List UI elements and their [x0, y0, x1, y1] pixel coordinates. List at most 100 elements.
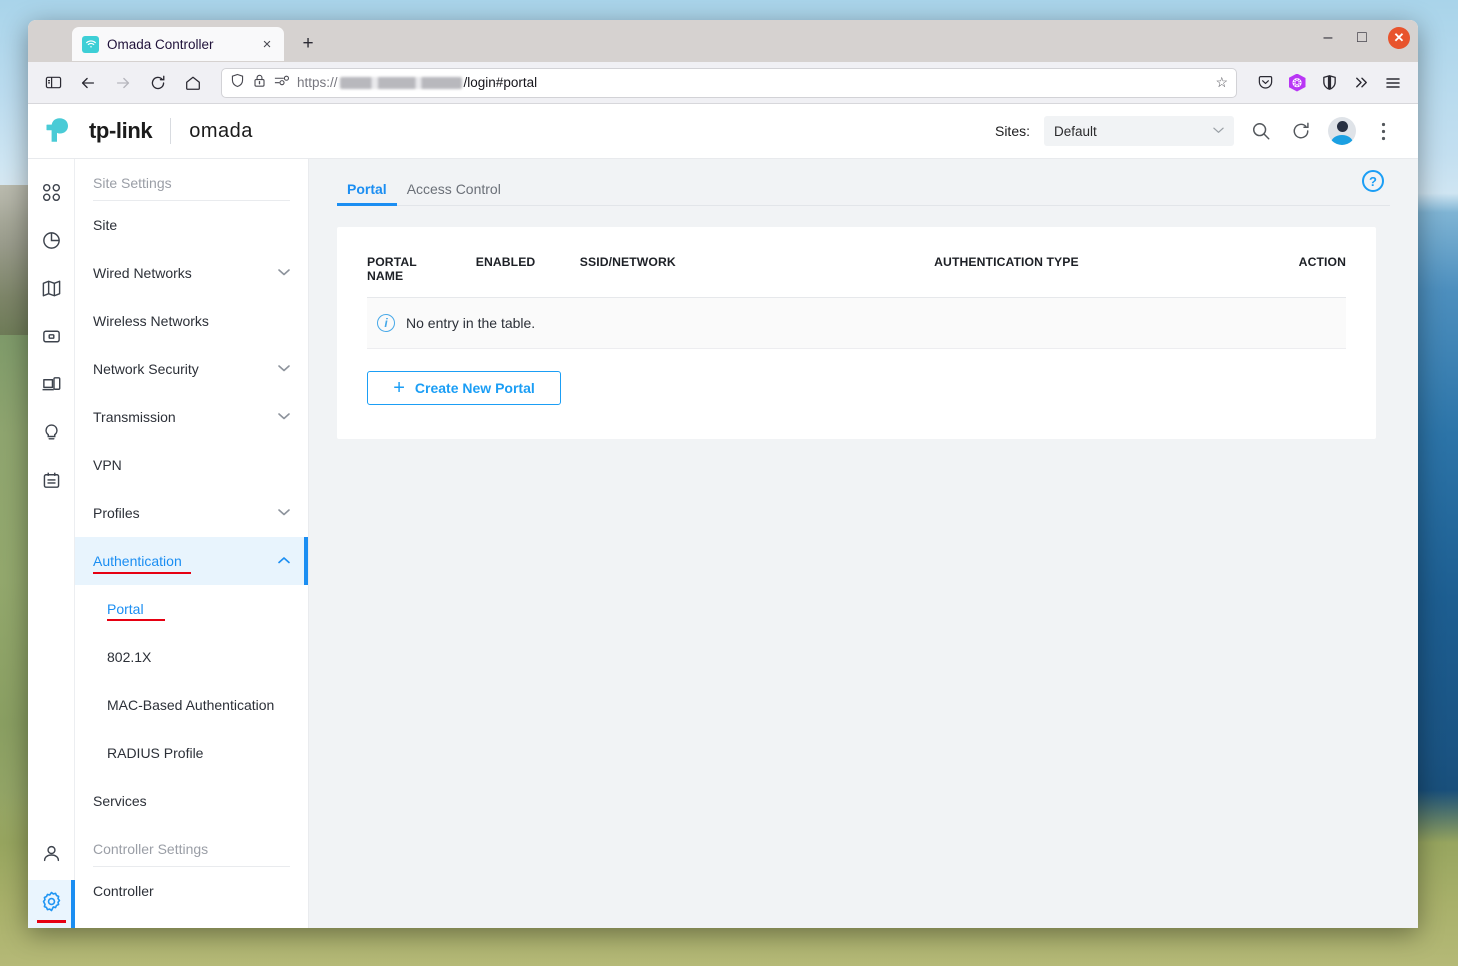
search-icon[interactable] [1248, 118, 1274, 144]
maximize-button[interactable]: □ [1354, 29, 1370, 46]
settings-sidebar: Site Settings Site Wired Networks Wirele… [75, 159, 309, 928]
tab-access-control[interactable]: Access Control [397, 181, 511, 206]
browser-extension-icons: ❂ [1250, 68, 1408, 98]
rail-item-statistics[interactable] [28, 219, 75, 267]
help-icon[interactable]: ? [1362, 170, 1384, 192]
chevron-down-icon [278, 267, 290, 279]
sidebar-item-label: Authentication [93, 553, 182, 569]
sidebar-item-label: Site [93, 217, 118, 233]
create-new-portal-button[interactable]: + Create New Portal [367, 371, 561, 405]
map-icon [41, 278, 62, 304]
rail-item-account[interactable] [28, 832, 75, 880]
browser-toolbar: https:// /login#portal ☆ ❂ [28, 62, 1418, 104]
app-header: tp-link omada Sites: Default [28, 104, 1418, 159]
sidebar-item-8021x[interactable]: 802.1X [75, 633, 308, 681]
permissions-icon[interactable] [274, 73, 290, 92]
log-icon [41, 470, 62, 496]
device-icon [41, 326, 62, 352]
sidebar-item-vpn[interactable]: VPN [75, 441, 308, 489]
lock-warning-icon[interactable] [252, 73, 267, 93]
rail-item-clients[interactable] [28, 363, 75, 411]
sidebar-item-authentication[interactable]: Authentication [75, 537, 308, 585]
url-text[interactable]: https:// /login#portal [297, 75, 1208, 90]
sidebar-item-site[interactable]: Site [75, 201, 308, 249]
rail-item-map[interactable] [28, 267, 75, 315]
sidebar-item-label: Wired Networks [93, 265, 192, 281]
new-tab-button[interactable]: + [294, 30, 322, 58]
sidebar-item-mac-based-authentication[interactable]: MAC-Based Authentication [75, 681, 308, 729]
address-bar[interactable]: https:// /login#portal ☆ [221, 67, 1237, 98]
sidebar-item-profiles[interactable]: Profiles [75, 489, 308, 537]
close-window-button[interactable]: ✕ [1388, 27, 1410, 49]
extension-icon[interactable]: ❂ [1282, 68, 1312, 98]
portal-card: PORTAL NAME ENABLED SSID/NETWORK AUTHENT… [337, 227, 1376, 439]
shield-icon[interactable] [230, 73, 245, 93]
rail-item-dashboard[interactable] [28, 171, 75, 219]
table-header-row: PORTAL NAME ENABLED SSID/NETWORK AUTHENT… [367, 249, 1346, 298]
back-button[interactable] [73, 68, 103, 98]
chevron-down-icon [278, 363, 290, 375]
rail-item-devices[interactable] [28, 315, 75, 363]
sidebar-item-label: Controller [93, 883, 154, 899]
sidebar-subitem-label: MAC-Based Authentication [107, 697, 275, 713]
chevron-down-icon [278, 507, 290, 519]
tab-portal[interactable]: Portal [337, 181, 397, 206]
omada-wordmark: omada [189, 119, 253, 142]
column-header-ssid-network: SSID/NETWORK [579, 249, 935, 298]
sidebar-item-controller[interactable]: Controller [75, 867, 308, 915]
sidebar-item-services[interactable]: Services [75, 777, 308, 825]
rail-item-settings[interactable] [28, 880, 75, 928]
home-icon[interactable] [178, 68, 208, 98]
container-icon[interactable] [1314, 68, 1344, 98]
sidebar-item-label: Transmission [93, 409, 176, 425]
sidebar-item-wireless-networks[interactable]: Wireless Networks [75, 297, 308, 345]
brand-divider [170, 118, 172, 144]
sidebar-subitem-label: Portal [107, 601, 144, 617]
rail-item-insight[interactable] [28, 411, 75, 459]
icon-rail [28, 159, 75, 928]
sidebar-subitem-label: RADIUS Profile [107, 745, 204, 761]
menu-icon[interactable] [1378, 68, 1408, 98]
sidebar-item-portal[interactable]: Portal [75, 585, 308, 633]
column-header-action: ACTION [1298, 249, 1346, 298]
reload-button[interactable] [143, 68, 173, 98]
sidebar-item-radius-profile[interactable]: RADIUS Profile [75, 729, 308, 777]
wifi-icon [82, 35, 99, 53]
browser-tab[interactable]: Omada Controller × [72, 27, 284, 61]
person-icon [41, 843, 62, 869]
column-header-enabled: ENABLED [475, 249, 580, 298]
column-header-portal-name: PORTAL NAME [367, 249, 476, 298]
sidebar-subitem-label: 802.1X [107, 649, 152, 665]
lightbulb-icon [41, 422, 62, 448]
chevron-down-icon [278, 411, 290, 423]
omada-app: tp-link omada Sites: Default Site Settin… [28, 104, 1418, 928]
site-selected-value: Default [1054, 123, 1097, 139]
sidebar-item-transmission[interactable]: Transmission [75, 393, 308, 441]
minimize-button[interactable]: – [1320, 29, 1336, 46]
avatar[interactable] [1328, 117, 1356, 145]
empty-state-message: No entry in the table. [406, 315, 536, 331]
clients-icon [41, 374, 62, 400]
bookmark-icon[interactable]: ☆ [1215, 74, 1228, 91]
forward-button[interactable] [108, 68, 138, 98]
site-selector[interactable]: Default [1044, 116, 1234, 146]
close-icon[interactable]: × [258, 35, 276, 53]
tab-label: Portal [347, 181, 387, 197]
overflow-icon[interactable] [1346, 68, 1376, 98]
pocket-icon[interactable] [1250, 68, 1280, 98]
tp-link-mark [46, 118, 68, 142]
url-scheme: https:// [297, 75, 338, 90]
url-path: /login#portal [463, 75, 538, 90]
sidebar-icon[interactable] [38, 68, 68, 98]
sidebar-item-wired-networks[interactable]: Wired Networks [75, 249, 308, 297]
refresh-icon[interactable] [1288, 118, 1314, 144]
kebab-menu-icon[interactable] [1370, 118, 1396, 144]
pie-chart-icon [41, 230, 62, 256]
rail-item-log[interactable] [28, 459, 75, 507]
sidebar-item-network-security[interactable]: Network Security [75, 345, 308, 393]
app-body: Site Settings Site Wired Networks Wirele… [28, 159, 1418, 928]
info-icon: i [377, 314, 395, 332]
browser-tab-title: Omada Controller [107, 36, 214, 52]
tab-label: Access Control [406, 181, 501, 197]
sidebar-item-label: Network Security [93, 361, 199, 377]
